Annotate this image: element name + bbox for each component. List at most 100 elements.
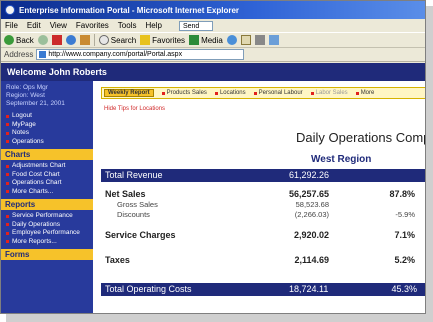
edit-button[interactable] bbox=[268, 35, 279, 45]
total-revenue-row: Total Revenue 61,292.26 bbox=[101, 169, 425, 182]
link-label: Service Performance bbox=[12, 212, 73, 219]
menu-edit[interactable]: Edit bbox=[27, 21, 41, 30]
bullet-icon bbox=[6, 240, 9, 244]
tab-products-sales[interactable]: Products Sales bbox=[161, 90, 207, 96]
address-input[interactable]: http://www.company.com/portal/Portal.asp… bbox=[36, 49, 245, 60]
link-label: Operations bbox=[12, 137, 44, 145]
mail-button[interactable] bbox=[240, 35, 251, 45]
toolbar-divider bbox=[93, 34, 95, 46]
row-percent: 7.1% bbox=[394, 230, 415, 240]
link-mypage[interactable]: MyPage bbox=[6, 121, 89, 130]
bullet-icon bbox=[6, 114, 9, 118]
link-label: Operations Chart bbox=[12, 179, 62, 186]
bullet-icon bbox=[6, 190, 9, 194]
row-label: Total Operating Costs bbox=[105, 284, 192, 294]
row-percent: -5.9% bbox=[395, 210, 415, 219]
row-value: 18,724.11 bbox=[289, 284, 329, 294]
tab-more[interactable]: More bbox=[355, 90, 374, 96]
charts-header: Charts bbox=[1, 149, 93, 160]
link-service-performance[interactable]: Service Performance bbox=[6, 212, 89, 221]
tab-personal-labour[interactable]: Personal Labour bbox=[253, 90, 303, 96]
link-adjustments-chart[interactable]: Adjustments Chart bbox=[6, 162, 89, 171]
stop-button[interactable] bbox=[51, 35, 62, 45]
media-button[interactable]: Media bbox=[189, 35, 223, 45]
link-notes[interactable]: Notes bbox=[6, 129, 89, 138]
window-shadow-right bbox=[426, 6, 433, 314]
welcome-banner: Welcome John Roberts bbox=[1, 63, 425, 81]
mail-icon bbox=[240, 35, 251, 45]
row-value: 56,257.65 bbox=[288, 189, 329, 199]
link-more-charts[interactable]: More Charts... bbox=[6, 188, 89, 197]
bullet-icon bbox=[6, 164, 9, 168]
hide-tips-link[interactable]: Hide Tips for Locations bbox=[104, 106, 165, 112]
print-button[interactable] bbox=[254, 35, 265, 45]
forward-arrow-icon bbox=[37, 35, 48, 45]
refresh-icon bbox=[65, 35, 76, 45]
tab-label: Labor Sales bbox=[315, 90, 348, 96]
bullet-icon bbox=[6, 123, 9, 127]
bullet-icon bbox=[161, 91, 165, 95]
menu-tools[interactable]: Tools bbox=[118, 21, 137, 30]
refresh-button[interactable] bbox=[65, 35, 76, 45]
search-button[interactable]: Search bbox=[98, 35, 136, 45]
bullet-icon bbox=[6, 131, 9, 135]
row-label: Service Charges bbox=[105, 230, 176, 240]
report-tabs: Weekly Report Products Sales Locations P… bbox=[101, 87, 425, 99]
bullet-icon bbox=[6, 223, 9, 227]
meta-role: Role: Ops Mgr bbox=[6, 84, 48, 91]
internet-explorer-icon bbox=[5, 5, 15, 15]
user-meta: Role: Ops Mgr Region: West September 21,… bbox=[1, 81, 93, 110]
standard-toolbar: Back Search Favorites Media bbox=[1, 32, 425, 48]
link-operations[interactable]: Operations bbox=[6, 138, 89, 147]
menu-favorites[interactable]: Favorites bbox=[76, 21, 109, 30]
favorites-button[interactable]: Favorites bbox=[140, 35, 185, 45]
row-value: (2,266.03) bbox=[294, 210, 329, 219]
chart-links: Adjustments Chart Food Cost Chart Operat… bbox=[1, 160, 93, 199]
report-title: Daily Operations Comparison bbox=[296, 130, 425, 145]
link-logout[interactable]: Logout bbox=[6, 112, 89, 121]
history-icon bbox=[226, 35, 237, 45]
link-label: MyPage bbox=[12, 120, 36, 128]
link-label: More Charts... bbox=[12, 187, 54, 195]
tab-labor-sales[interactable]: Labor Sales bbox=[310, 90, 348, 96]
row-value: 2,114.69 bbox=[294, 255, 329, 265]
row-percent: 5.2% bbox=[394, 255, 415, 265]
window-title: Enterprise Information Portal - Microsof… bbox=[19, 5, 240, 15]
link-label: Employee Performance bbox=[12, 229, 80, 236]
forward-button[interactable] bbox=[37, 35, 48, 45]
stop-icon bbox=[51, 35, 62, 45]
row-percent: 87.8% bbox=[389, 189, 415, 199]
history-button[interactable] bbox=[226, 35, 237, 45]
link-more-reports[interactable]: More Reports... bbox=[6, 238, 89, 247]
home-button[interactable] bbox=[79, 35, 90, 45]
reports-header: Reports bbox=[1, 199, 93, 210]
row-label: Discounts bbox=[117, 210, 150, 219]
favorites-label: Favorites bbox=[152, 35, 186, 45]
link-operations-chart[interactable]: Operations Chart bbox=[6, 179, 89, 188]
menu-view[interactable]: View bbox=[50, 21, 67, 30]
tab-label: Products Sales bbox=[166, 90, 207, 96]
link-daily-operations[interactable]: Daily Operations bbox=[6, 221, 89, 230]
link-food-cost-chart[interactable]: Food Cost Chart bbox=[6, 171, 89, 180]
menu-help[interactable]: Help bbox=[145, 21, 161, 30]
bullet-icon bbox=[6, 214, 9, 218]
link-employee-performance[interactable]: Employee Performance bbox=[6, 229, 89, 238]
home-icon bbox=[79, 35, 90, 45]
send-box[interactable]: Send bbox=[178, 20, 213, 31]
row-percent: 45.3% bbox=[391, 284, 417, 294]
tab-label: Locations bbox=[219, 90, 246, 96]
back-button[interactable]: Back bbox=[4, 35, 34, 45]
region-label: West Region bbox=[311, 154, 372, 165]
address-label: Address bbox=[4, 50, 34, 59]
report-links: Service Performance Daily Operations Emp… bbox=[1, 210, 93, 249]
link-label: More Reports... bbox=[12, 237, 57, 245]
tab-weekly-report[interactable]: Weekly Report bbox=[104, 89, 154, 97]
menu-bar: File Edit View Favorites Tools Help Send bbox=[1, 19, 425, 32]
menu-file[interactable]: File bbox=[5, 21, 18, 30]
link-label: Notes bbox=[12, 129, 29, 136]
link-label: Adjustments Chart bbox=[12, 162, 66, 169]
meta-region: Region: West bbox=[6, 92, 45, 99]
top-links: Logout MyPage Notes Operations bbox=[1, 110, 93, 149]
tab-locations[interactable]: Locations bbox=[214, 90, 246, 96]
bullet-icon bbox=[214, 91, 218, 95]
